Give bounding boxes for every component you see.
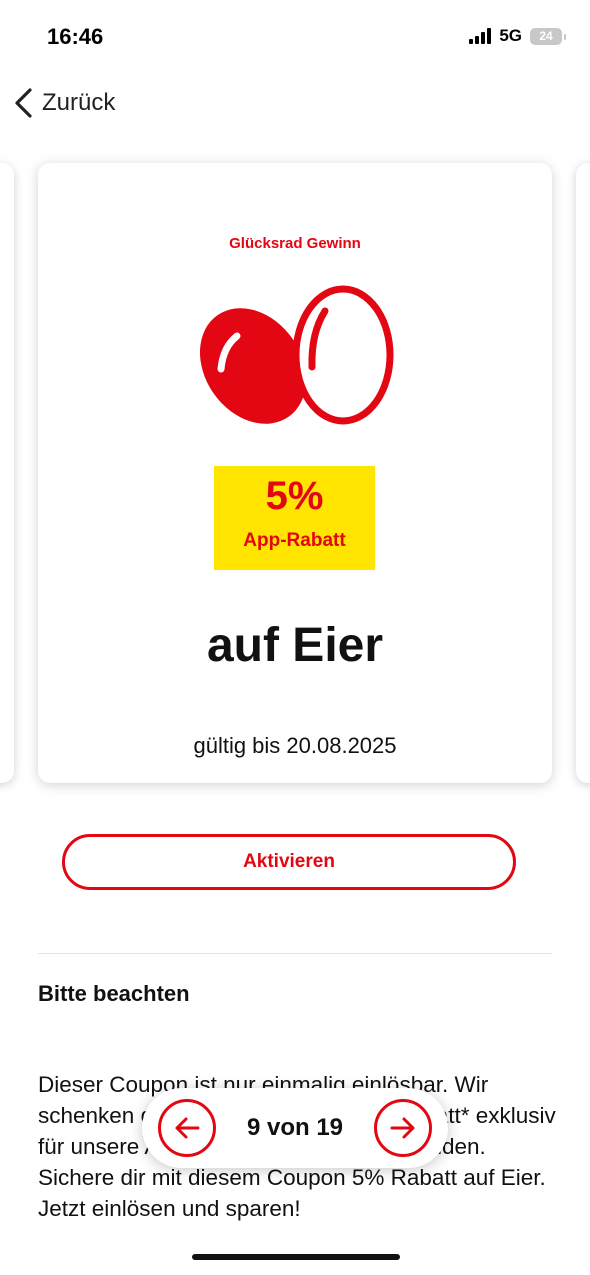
coupon-card: Glücksrad Gewinn 5% App-Rabatt auf Eier … (38, 163, 552, 783)
discount-value: 5% (265, 474, 324, 518)
arrow-left-icon (175, 1117, 200, 1139)
coupon-headline: auf Eier (206, 619, 384, 672)
discount-badge: 5% App-Rabatt (214, 466, 375, 570)
activate-button[interactable]: Aktivieren (62, 834, 516, 890)
divider (38, 953, 552, 954)
home-indicator[interactable] (192, 1254, 400, 1260)
pager-label: 9 von 19 (246, 1114, 344, 1141)
signal-icon (469, 28, 492, 44)
previous-coupon-card[interactable] (0, 163, 14, 783)
notice-title: Bitte beachten (38, 981, 190, 1006)
battery-level: 24 (539, 29, 553, 43)
coupon-validity: gültig bis 20.08.2025 (193, 733, 397, 758)
back-button[interactable]: Zurück (12, 86, 115, 120)
previous-coupon-button[interactable] (158, 1099, 216, 1157)
coupon-pager: 9 von 19 (142, 1088, 448, 1168)
next-coupon-card[interactable] (576, 163, 590, 783)
status-indicators: 5G 24 (469, 26, 566, 46)
status-time: 16:46 (47, 24, 104, 49)
back-label: Zurück (42, 89, 116, 116)
next-coupon-button[interactable] (373, 1099, 432, 1157)
chevron-left-icon (15, 88, 32, 118)
network-type: 5G (499, 26, 522, 45)
coupon-kicker: Glücksrad Gewinn (229, 235, 361, 252)
discount-label: App-Rabatt (243, 530, 346, 551)
eggs-icon (199, 285, 394, 425)
arrow-right-icon (390, 1117, 415, 1139)
battery-icon: 24 (530, 27, 566, 45)
